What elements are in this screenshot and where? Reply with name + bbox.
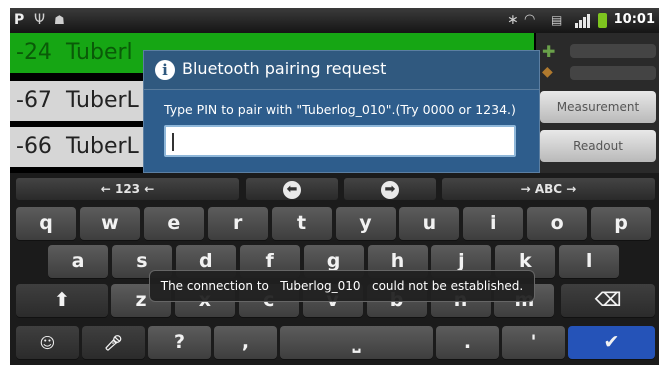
key-label: e: [167, 212, 181, 234]
checkmark-icon: ✔: [603, 331, 620, 353]
cursor-left-button[interactable]: ⬅: [246, 178, 338, 200]
key-w[interactable]: w: [79, 207, 140, 240]
key-label: g: [326, 250, 341, 272]
key-label: d: [198, 250, 213, 272]
question-key[interactable]: ?: [148, 326, 211, 359]
dialog-title: Bluetooth pairing request: [182, 59, 387, 78]
key-label: l: [585, 250, 593, 272]
key-a[interactable]: a: [48, 245, 108, 278]
key-l[interactable]: l: [559, 245, 620, 278]
key-label: q: [39, 212, 53, 234]
key-label: y: [359, 212, 372, 234]
signal-icon: [575, 14, 593, 28]
status-pill: [570, 44, 656, 58]
key-p[interactable]: p: [591, 207, 652, 240]
android-debug-icon: ☗: [54, 13, 65, 27]
key-q[interactable]: q: [16, 207, 76, 240]
key-label: j: [458, 250, 465, 272]
device-icon: ◆: [542, 64, 553, 80]
backspace-icon: ⌫: [594, 289, 622, 311]
dialog-message: Type PIN to pair with "Tuberlog_010".(Tr…: [164, 102, 516, 117]
pin-input[interactable]: [164, 125, 516, 157]
text-caret: [172, 133, 174, 151]
space-icon: ⎵: [352, 331, 361, 353]
info-icon: i: [155, 60, 175, 80]
usb-icon: Ψ: [34, 12, 46, 28]
smiley-icon: ☺: [39, 334, 56, 352]
shift-key[interactable]: ⬆: [16, 284, 108, 317]
phone-screen: P Ψ ☗ ∗ ◠ ▤ 10:01 -24 Tuberl -67 TuberL …: [10, 8, 659, 365]
key-label: h: [390, 250, 405, 272]
voice-input-key[interactable]: 🎤︎: [82, 326, 145, 359]
key-label: u: [422, 212, 437, 234]
device-name: TuberL: [65, 88, 139, 113]
alpha-switch-button[interactable]: → ABC →: [442, 178, 655, 200]
comma-key[interactable]: ,: [214, 326, 277, 359]
symbols-switch-button[interactable]: ← 123 ←: [16, 178, 239, 200]
key-label: t: [297, 212, 307, 234]
rssi-value: -67: [16, 88, 52, 113]
battery-icon: [598, 13, 607, 28]
bluetooth-icon: ∗: [507, 12, 519, 28]
rssi-value: -66: [16, 134, 52, 159]
microphone-icon: 🎤︎: [103, 334, 124, 352]
space-key[interactable]: ⎵: [280, 326, 433, 359]
dialog-title-bar: i Bluetooth pairing request: [144, 51, 539, 90]
key-u[interactable]: u: [399, 207, 460, 240]
backspace-key[interactable]: ⌫: [561, 284, 655, 317]
key-label: i: [490, 212, 497, 234]
enter-key[interactable]: ✔: [568, 326, 655, 359]
pairing-dialog: i Bluetooth pairing request Type PIN to …: [143, 50, 540, 173]
key-r[interactable]: r: [207, 207, 268, 240]
key-label: k: [518, 250, 532, 272]
left-arrow-icon: ⬅: [283, 181, 301, 199]
status-pill: [570, 66, 656, 80]
device-name: TuberL: [65, 134, 139, 159]
connection-error-toast: The connection to Tuberlog_010 could not…: [149, 270, 535, 302]
key-t[interactable]: t: [271, 207, 332, 240]
key-label: f: [265, 250, 274, 272]
key-label: z: [135, 289, 147, 311]
plug-icon: ✚: [542, 42, 556, 61]
emoji-key[interactable]: ☺: [16, 326, 79, 359]
apostrophe-key[interactable]: ': [502, 326, 565, 359]
status-bar: P Ψ ☗ ∗ ◠ ▤ 10:01: [10, 8, 659, 33]
key-i[interactable]: i: [463, 207, 524, 240]
sd-card-icon: ▤: [551, 13, 563, 27]
right-arrow-icon: ➡: [381, 181, 399, 199]
readout-button[interactable]: Readout: [540, 130, 656, 162]
cursor-right-button[interactable]: ➡: [344, 178, 436, 200]
period-key[interactable]: .: [436, 326, 499, 359]
measurement-button[interactable]: Measurement: [540, 91, 656, 123]
key-label: a: [71, 250, 85, 272]
status-time: 10:01: [613, 12, 655, 27]
key-y[interactable]: y: [335, 207, 396, 240]
key-label: w: [101, 212, 119, 234]
device-name: Tuberl: [65, 40, 133, 65]
key-label: o: [550, 212, 564, 234]
key-label: p: [614, 212, 628, 234]
wifi-icon: ◠: [524, 12, 536, 27]
key-label: r: [233, 212, 243, 234]
key-label: s: [136, 250, 148, 272]
rssi-value: -24: [16, 40, 52, 65]
shift-icon: ⬆: [54, 289, 70, 311]
key-e[interactable]: e: [143, 207, 204, 240]
key-o[interactable]: o: [527, 207, 588, 240]
p-notification-icon: P: [14, 12, 25, 28]
